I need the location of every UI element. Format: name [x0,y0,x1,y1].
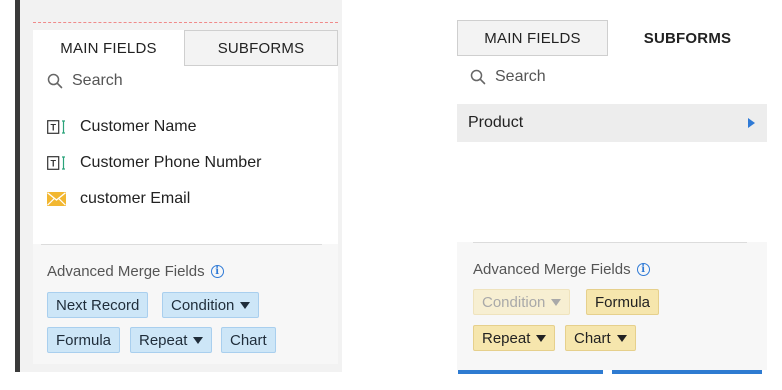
condition-chip: Condition [473,289,571,315]
text-field-icon: T [47,120,66,134]
tab-bar: MAIN FIELDS SUBFORMS [457,20,767,56]
tab-subforms[interactable]: SUBFORMS [184,30,338,66]
field-item[interactable]: customer Email [47,190,190,208]
search-placeholder[interactable]: Search [495,68,546,86]
subform-label: Product [468,114,524,131]
main-fields-panel: MAIN FIELDS SUBFORMS Search T Customer N… [0,0,345,390]
info-icon[interactable]: i [636,263,650,276]
tab-main-fields[interactable]: MAIN FIELDS [457,20,608,56]
advanced-title: Advanced Merge Fields i [473,261,650,278]
repeat-chip[interactable]: Repeat [473,325,556,351]
chip-label: Chart [574,329,611,347]
field-label: Customer Name [80,118,197,135]
dashed-divider [33,22,338,23]
search-icon [470,69,486,85]
search-box[interactable]: Search [47,72,123,90]
subform-item-product[interactable]: Product [457,104,767,142]
search-box[interactable]: Search [470,68,546,86]
advanced-title-text: Advanced Merge Fields [47,263,205,280]
chart-chip[interactable]: Chart [565,325,636,351]
bottom-button-edge[interactable] [458,370,603,374]
chip-label: Formula [595,293,651,311]
field-item[interactable]: T Customer Phone Number [47,154,261,172]
tab-main-fields[interactable]: MAIN FIELDS [33,30,184,66]
chip-label: Condition [171,296,235,314]
condition-chip[interactable]: Condition [162,292,260,318]
chart-chip[interactable]: Chart [221,327,276,353]
divider [41,244,322,245]
next-record-chip[interactable]: Next Record [47,292,149,318]
caret-down-icon [551,298,562,306]
chip-label: Condition [482,293,546,311]
field-label: customer Email [80,190,191,207]
tab-bar: MAIN FIELDS SUBFORMS [33,30,338,66]
info-icon[interactable]: i [210,265,224,278]
caret-down-icon [536,334,547,342]
advanced-merge-fields: Advanced Merge Fields i Condition Formul… [457,242,767,370]
svg-text:T: T [50,159,56,169]
advanced-title-text: Advanced Merge Fields [473,261,631,278]
search-icon [47,73,63,89]
caret-down-icon [240,301,251,309]
subforms-panel: MAIN FIELDS SUBFORMS Search Product Adva… [457,20,767,370]
search-placeholder[interactable]: Search [72,72,123,90]
chip-label: Repeat [139,331,188,349]
tab-subforms[interactable]: SUBFORMS [608,20,767,56]
caret-down-icon [616,334,627,342]
field-item[interactable]: T Customer Name [47,118,196,136]
bottom-button-edge[interactable] [612,370,762,374]
fields-card: MAIN FIELDS SUBFORMS Search T Customer N… [33,30,338,244]
repeat-chip[interactable]: Repeat [130,327,213,353]
chevron-right-icon [748,118,755,128]
svg-text:T: T [50,123,56,133]
chip-label: Repeat [482,329,531,347]
email-icon [47,192,66,206]
chip-label: Next Record [56,296,140,314]
formula-chip[interactable]: Formula [47,327,121,353]
advanced-merge-fields: Advanced Merge Fields i Next Record Cond… [33,244,338,364]
subforms-card: MAIN FIELDS SUBFORMS Search Product [457,20,767,242]
field-label: Customer Phone Number [80,154,262,171]
formula-chip[interactable]: Formula [586,289,660,315]
advanced-title: Advanced Merge Fields i [47,263,224,280]
chip-label: Chart [230,331,267,349]
chip-label: Formula [56,331,112,349]
divider [473,242,747,243]
text-field-icon: T [47,156,66,170]
caret-down-icon [193,336,204,344]
